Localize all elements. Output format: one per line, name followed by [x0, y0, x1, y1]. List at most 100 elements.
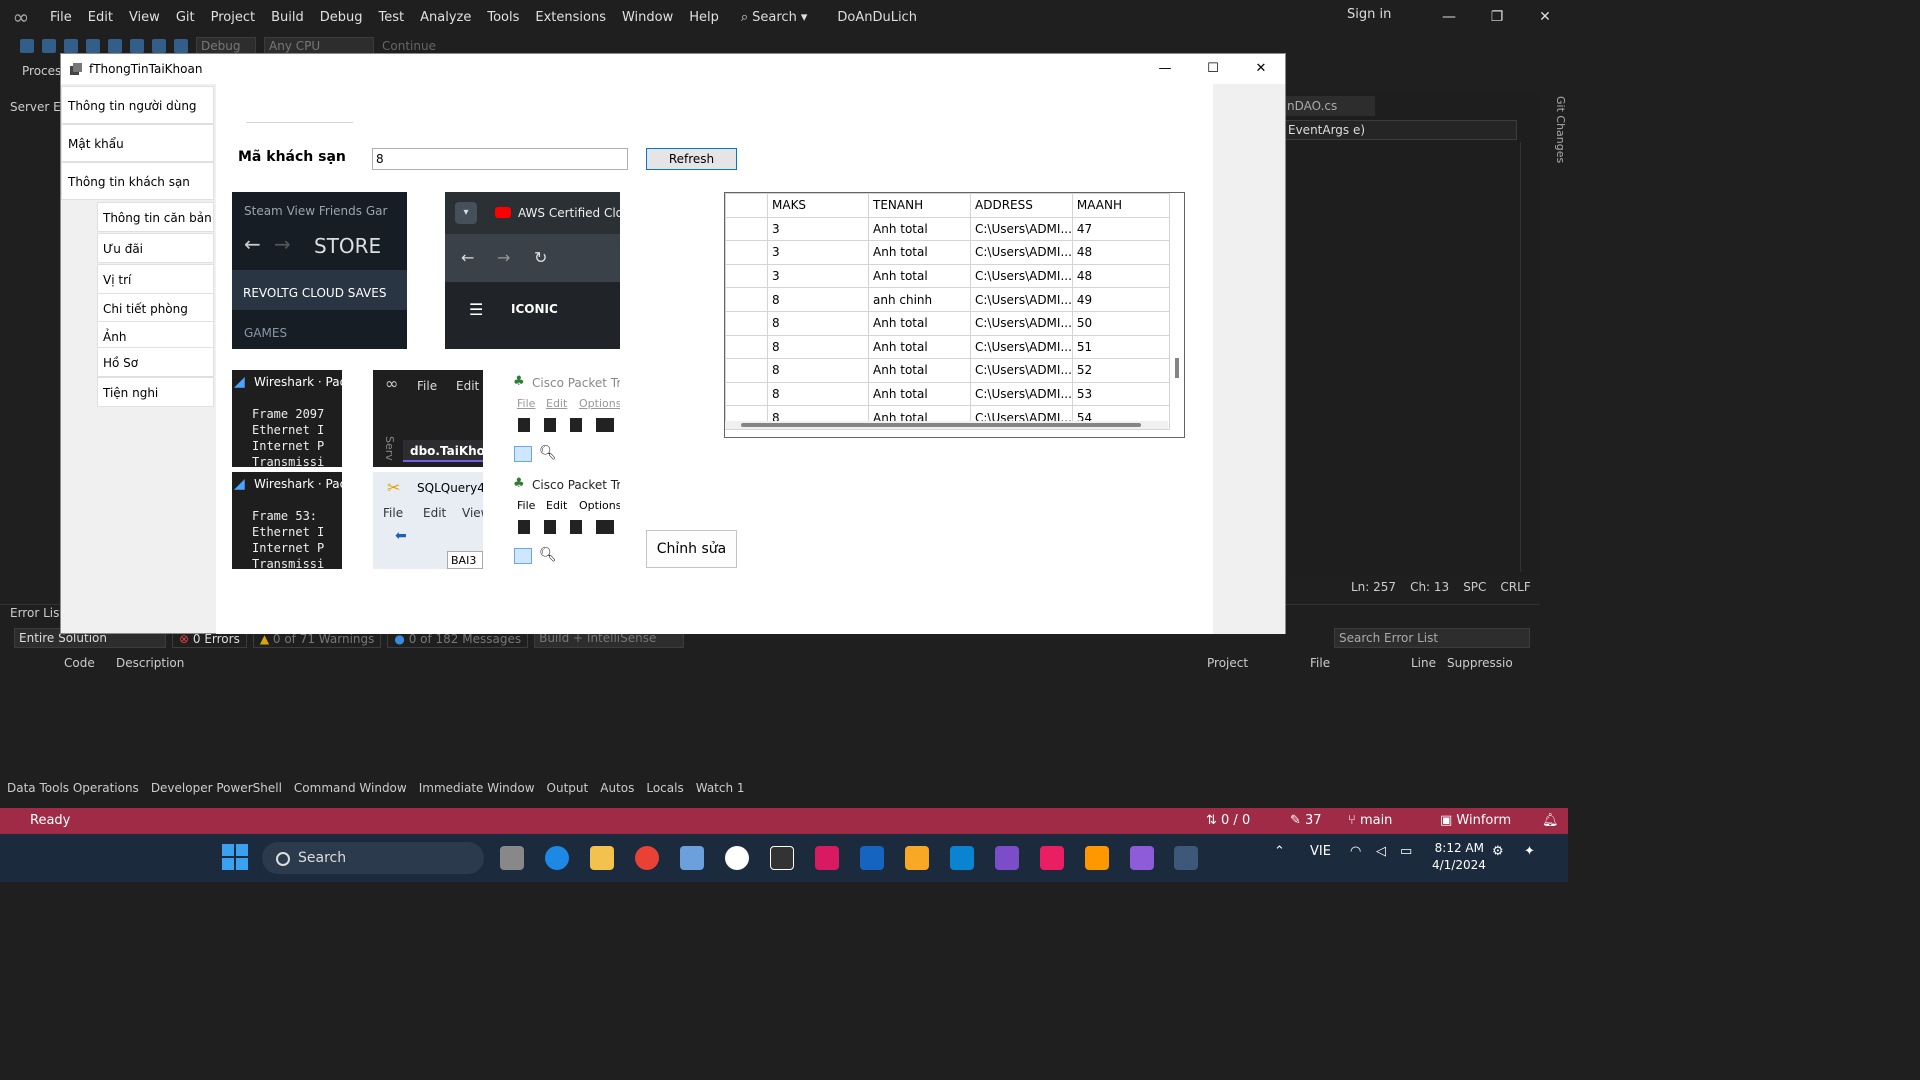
back-icon[interactable]	[20, 39, 34, 53]
vscode-icon[interactable]	[950, 846, 974, 870]
menu-debug[interactable]: Debug	[312, 10, 371, 25]
tab-autos[interactable]: Autos	[600, 781, 634, 801]
settings-icon[interactable]: ⚙	[1492, 844, 1504, 859]
col-code[interactable]: Code	[64, 656, 95, 670]
table-row[interactable]: 8 Anh total C:\Users\ADMI... 50	[725, 310, 1170, 336]
grid-cell[interactable]: Anh total	[868, 310, 971, 336]
menu-test[interactable]: Test	[371, 10, 413, 25]
branch-status[interactable]: ⑂ main	[1348, 813, 1392, 828]
grid-cell[interactable]: 3	[767, 263, 869, 289]
visual-studio-2-icon[interactable]	[1130, 846, 1154, 870]
grid-cell[interactable]: 8	[767, 334, 869, 360]
line-ending[interactable]: CRLF	[1500, 580, 1530, 594]
submenu-room-details-button[interactable]: Chi tiết phòng	[97, 293, 214, 323]
menu-help[interactable]: Help	[681, 10, 727, 25]
restore-icon[interactable]: ❐	[1474, 0, 1520, 34]
continue-button[interactable]: Continue	[382, 39, 436, 53]
app-icon[interactable]	[815, 846, 839, 870]
grid-cell[interactable]: C:\Users\ADMI...	[970, 287, 1073, 312]
vs-search-button[interactable]: ⌕ Search ▾	[741, 10, 807, 25]
tab-data-tools[interactable]: Data Tools Operations	[7, 781, 139, 801]
image-thumbnail-steam[interactable]: Steam View Friends Gar ← → STORE REVOLTG…	[232, 192, 407, 349]
menu-git[interactable]: Git	[168, 10, 203, 25]
grid-cell[interactable]: 53	[1071, 381, 1170, 407]
minimize-icon[interactable]: —	[1426, 0, 1472, 34]
member-dropdown[interactable]: EventArgs e)	[1285, 120, 1517, 140]
menu-edit[interactable]: Edit	[80, 10, 121, 25]
grid-horizontal-scrollbar[interactable]	[725, 421, 1168, 429]
grid-cell[interactable]: 51	[1071, 334, 1170, 360]
sync-status[interactable]: ⇅ 0 / 0	[1206, 813, 1250, 828]
error-search-input[interactable]: Search Error List	[1334, 628, 1530, 648]
row-header[interactable]	[725, 334, 768, 360]
col-project[interactable]: Project	[1207, 656, 1248, 670]
redo-icon[interactable]	[174, 39, 188, 53]
submenu-amenities-button[interactable]: Tiện nghi	[97, 377, 214, 407]
tab-locals[interactable]: Locals	[646, 781, 683, 801]
indent-mode[interactable]: SPC	[1463, 580, 1486, 594]
grid-scroll-thumb[interactable]	[741, 423, 1141, 427]
taskbar-clock[interactable]: 8:12 AM 4/1/2024	[1432, 840, 1486, 874]
image-thumbnail-cisco-2[interactable]: ♣ Cisco Packet Tra File Edit Options 🔍︎	[509, 472, 620, 569]
notion-icon[interactable]	[770, 846, 794, 870]
new-project-icon[interactable]	[64, 39, 78, 53]
submenu-offers-button[interactable]: Ưu đãi	[97, 233, 214, 263]
editor-tab[interactable]: nDAO.cs	[1285, 96, 1375, 116]
grid-col-maks[interactable]: MAKS	[767, 193, 869, 218]
row-header[interactable]	[725, 216, 768, 242]
devc-icon[interactable]	[860, 846, 884, 870]
grid-cell[interactable]: anh chinh	[868, 287, 971, 312]
table-row[interactable]: 8 Anh total C:\Users\ADMI... 51	[725, 334, 1170, 360]
col-description[interactable]: Description	[116, 656, 184, 670]
row-header[interactable]	[725, 358, 768, 383]
tray-chevron-icon[interactable]: ⌃	[1274, 844, 1285, 859]
grid-cell[interactable]: C:\Users\ADMI...	[970, 263, 1073, 289]
grid-cell[interactable]: C:\Users\ADMI...	[970, 310, 1073, 336]
battery-icon[interactable]: ▭	[1400, 844, 1412, 859]
grid-col-tenanh[interactable]: TENANH	[868, 193, 971, 218]
volume-icon[interactable]: ◁	[1376, 844, 1386, 859]
forward-icon[interactable]	[42, 39, 56, 53]
sign-in-link[interactable]: Sign in	[1347, 7, 1391, 22]
grid-cell[interactable]: 8	[767, 381, 869, 407]
winform-app-icon[interactable]	[1174, 846, 1198, 870]
table-row[interactable]: 8 Anh total C:\Users\ADMI... 52	[725, 358, 1170, 383]
grid-cell[interactable]: Anh total	[868, 216, 971, 242]
submenu-profile-button[interactable]: Hồ Sơ	[97, 347, 214, 377]
photo-data-grid[interactable]: MAKS TENANH ADDRESS MAANH 3 Anh total C:\U…	[724, 192, 1185, 438]
row-header[interactable]	[725, 287, 768, 312]
form-minimize-icon[interactable]: —	[1142, 54, 1188, 84]
task-view-icon[interactable]	[500, 846, 524, 870]
windows-start-icon[interactable]	[222, 844, 248, 870]
grid-cell[interactable]: 52	[1071, 358, 1170, 383]
jetbrains-icon[interactable]	[1040, 846, 1064, 870]
image-thumbnail-visual-studio[interactable]: ∞ File Edit Serv dbo.TaiKhoan	[373, 370, 483, 467]
tab-immediate[interactable]: Immediate Window	[419, 781, 535, 801]
tab-powershell[interactable]: Developer PowerShell	[151, 781, 282, 801]
cisco-icon[interactable]	[1085, 846, 1109, 870]
menu-extensions[interactable]: Extensions	[527, 10, 614, 25]
notification-icon[interactable]: 🔔︎	[1542, 813, 1559, 828]
grid-cell[interactable]: 8	[767, 358, 869, 383]
row-header[interactable]	[725, 310, 768, 336]
wifi-icon[interactable]: ◠	[1350, 844, 1361, 859]
sql-tools-icon[interactable]	[905, 846, 929, 870]
menu-hotel-info-button[interactable]: Thông tin khách sạn	[61, 162, 214, 200]
form-close-icon[interactable]: ✕	[1238, 54, 1284, 84]
grid-cell[interactable]: C:\Users\ADMI...	[970, 381, 1073, 407]
grid-cell[interactable]: C:\Users\ADMI...	[970, 216, 1073, 242]
table-row[interactable]: 3 Anh total C:\Users\ADMI... 48	[725, 240, 1170, 265]
project-status[interactable]: ▣ Winform	[1440, 813, 1511, 828]
grid-col-maanh[interactable]: MAANH	[1071, 193, 1170, 218]
tab-command[interactable]: Command Window	[294, 781, 407, 801]
save-all-icon[interactable]	[130, 39, 144, 53]
grid-cell[interactable]: C:\Users\ADMI...	[970, 334, 1073, 360]
col-file[interactable]: File	[1310, 656, 1330, 670]
grid-cell[interactable]: 47	[1071, 216, 1170, 242]
col-suppression[interactable]: Suppressio	[1447, 656, 1513, 670]
grid-cell[interactable]: Anh total	[868, 240, 971, 265]
grid-cell[interactable]: Anh total	[868, 381, 971, 407]
table-row[interactable]: 8 Anh total C:\Users\ADMI... 53	[725, 381, 1170, 407]
chrome-icon[interactable]	[635, 846, 659, 870]
menu-file[interactable]: File	[42, 10, 80, 25]
